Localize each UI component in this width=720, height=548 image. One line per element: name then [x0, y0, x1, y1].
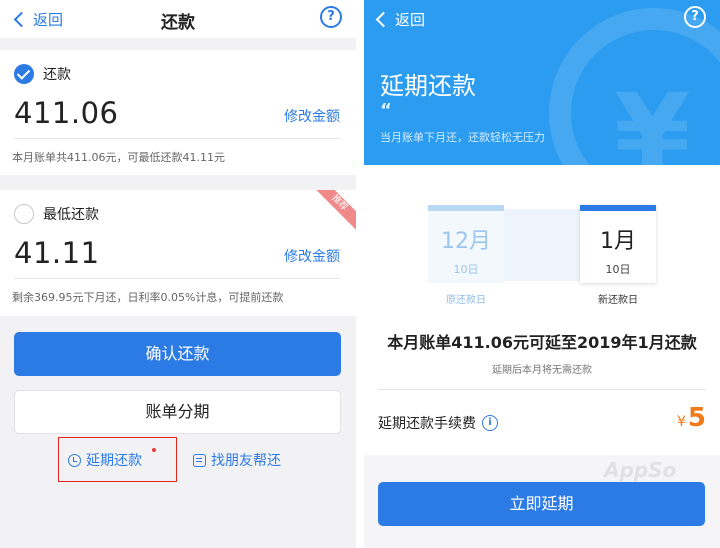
- min-payment-amount: 41.11: [14, 236, 100, 270]
- help-icon[interactable]: ?: [684, 6, 706, 28]
- highlight-box: [58, 437, 177, 482]
- divider: [14, 138, 340, 139]
- back-label: 返回: [395, 11, 426, 29]
- hero-banner: ¥ 返回 ? 延期还款 “ 当月账单下月还，还款轻松无压力: [364, 0, 720, 165]
- min-payment-card[interactable]: 推荐 最低还款 41.11 修改金额 剩余369.95元下月还，日利率0.05%…: [0, 190, 356, 316]
- new-date-calendar-icon: 1月 10日: [580, 205, 656, 283]
- friend-link-label: 找朋友帮还: [211, 453, 281, 469]
- info-icon[interactable]: i: [482, 415, 498, 431]
- recommend-badge: 推荐: [312, 190, 356, 234]
- panel-divider: [356, 0, 364, 548]
- date-bridge: [504, 209, 580, 281]
- full-payment-label: 还款: [43, 67, 71, 83]
- fee-amount: ¥ 5: [677, 403, 706, 433]
- new-day: 10日: [605, 263, 631, 276]
- defer-subline: 延期后本月将无需还款: [492, 365, 592, 376]
- page-title: 还款: [161, 13, 195, 33]
- hero-title: 延期还款: [380, 72, 476, 100]
- checkmark-icon[interactable]: [14, 64, 34, 84]
- recommend-badge-label: 推荐: [312, 190, 356, 232]
- defer-screen: ¥ 返回 ? 延期还款 “ 当月账单下月还，还款轻松无压力 12月 10日 1月…: [364, 0, 720, 548]
- original-date-calendar-icon: 12月 10日: [428, 205, 504, 283]
- fee-row: 延期还款手续费 i: [378, 413, 498, 433]
- original-day: 10日: [453, 263, 479, 276]
- full-payment-option[interactable]: 还款: [14, 64, 71, 84]
- defer-now-button[interactable]: 立即延期: [378, 482, 705, 526]
- calendar-bar: [428, 205, 504, 211]
- modify-amount-link[interactable]: 修改金额: [284, 246, 340, 266]
- divider: [378, 389, 706, 390]
- chevron-left-icon: [375, 11, 392, 28]
- min-payment-label: 最低还款: [43, 207, 99, 223]
- fee-number: 5: [687, 403, 706, 433]
- new-month: 1月: [600, 229, 636, 254]
- full-payment-amount: 411.06: [14, 96, 119, 130]
- min-payment-option[interactable]: 最低还款: [14, 204, 99, 224]
- modify-amount-link[interactable]: 修改金额: [284, 106, 340, 126]
- min-payment-note: 剩余369.95元下月还，日利率0.05%计息，可提前还款: [12, 291, 284, 304]
- back-button[interactable]: 返回: [375, 9, 426, 30]
- friend-pay-link[interactable]: 找朋友帮还: [193, 450, 281, 470]
- divider: [14, 278, 340, 279]
- fee-label: 延期还款手续费: [378, 416, 476, 432]
- original-date-label: 原还款日: [446, 295, 486, 306]
- defer-headline: 本月账单411.06元可延至2019年1月还款: [387, 333, 697, 352]
- repayment-screen: 返回 还款 ? 还款 411.06 修改金额 本月账单共411.06元，可最低还…: [0, 0, 356, 548]
- quote-icon: “: [380, 100, 392, 121]
- original-month: 12月: [441, 229, 491, 254]
- confirm-repayment-button[interactable]: 确认还款: [14, 332, 341, 376]
- full-payment-card[interactable]: 还款 411.06 修改金额 本月账单共411.06元，可最低还款41.11元: [0, 50, 356, 175]
- radio-icon[interactable]: [14, 204, 34, 224]
- watermark: AppSo: [604, 458, 677, 482]
- full-payment-note: 本月账单共411.06元，可最低还款41.11元: [12, 151, 225, 164]
- chat-icon: [193, 453, 206, 467]
- calendar-bar: [580, 205, 656, 211]
- new-date-label: 新还款日: [598, 295, 638, 306]
- help-icon[interactable]: ?: [320, 6, 342, 28]
- fee-currency: ¥: [676, 414, 686, 430]
- installment-button[interactable]: 账单分期: [14, 390, 341, 434]
- hero-subtitle: 当月账单下月还，还款轻松无压力: [380, 131, 545, 144]
- defer-details: 12月 10日 1月 10日 原还款日 新还款日 本月账单411.06元可延至2…: [364, 165, 720, 455]
- nav-bar: 返回 还款 ?: [0, 0, 356, 38]
- yen-decoration-icon: ¥: [614, 70, 691, 165]
